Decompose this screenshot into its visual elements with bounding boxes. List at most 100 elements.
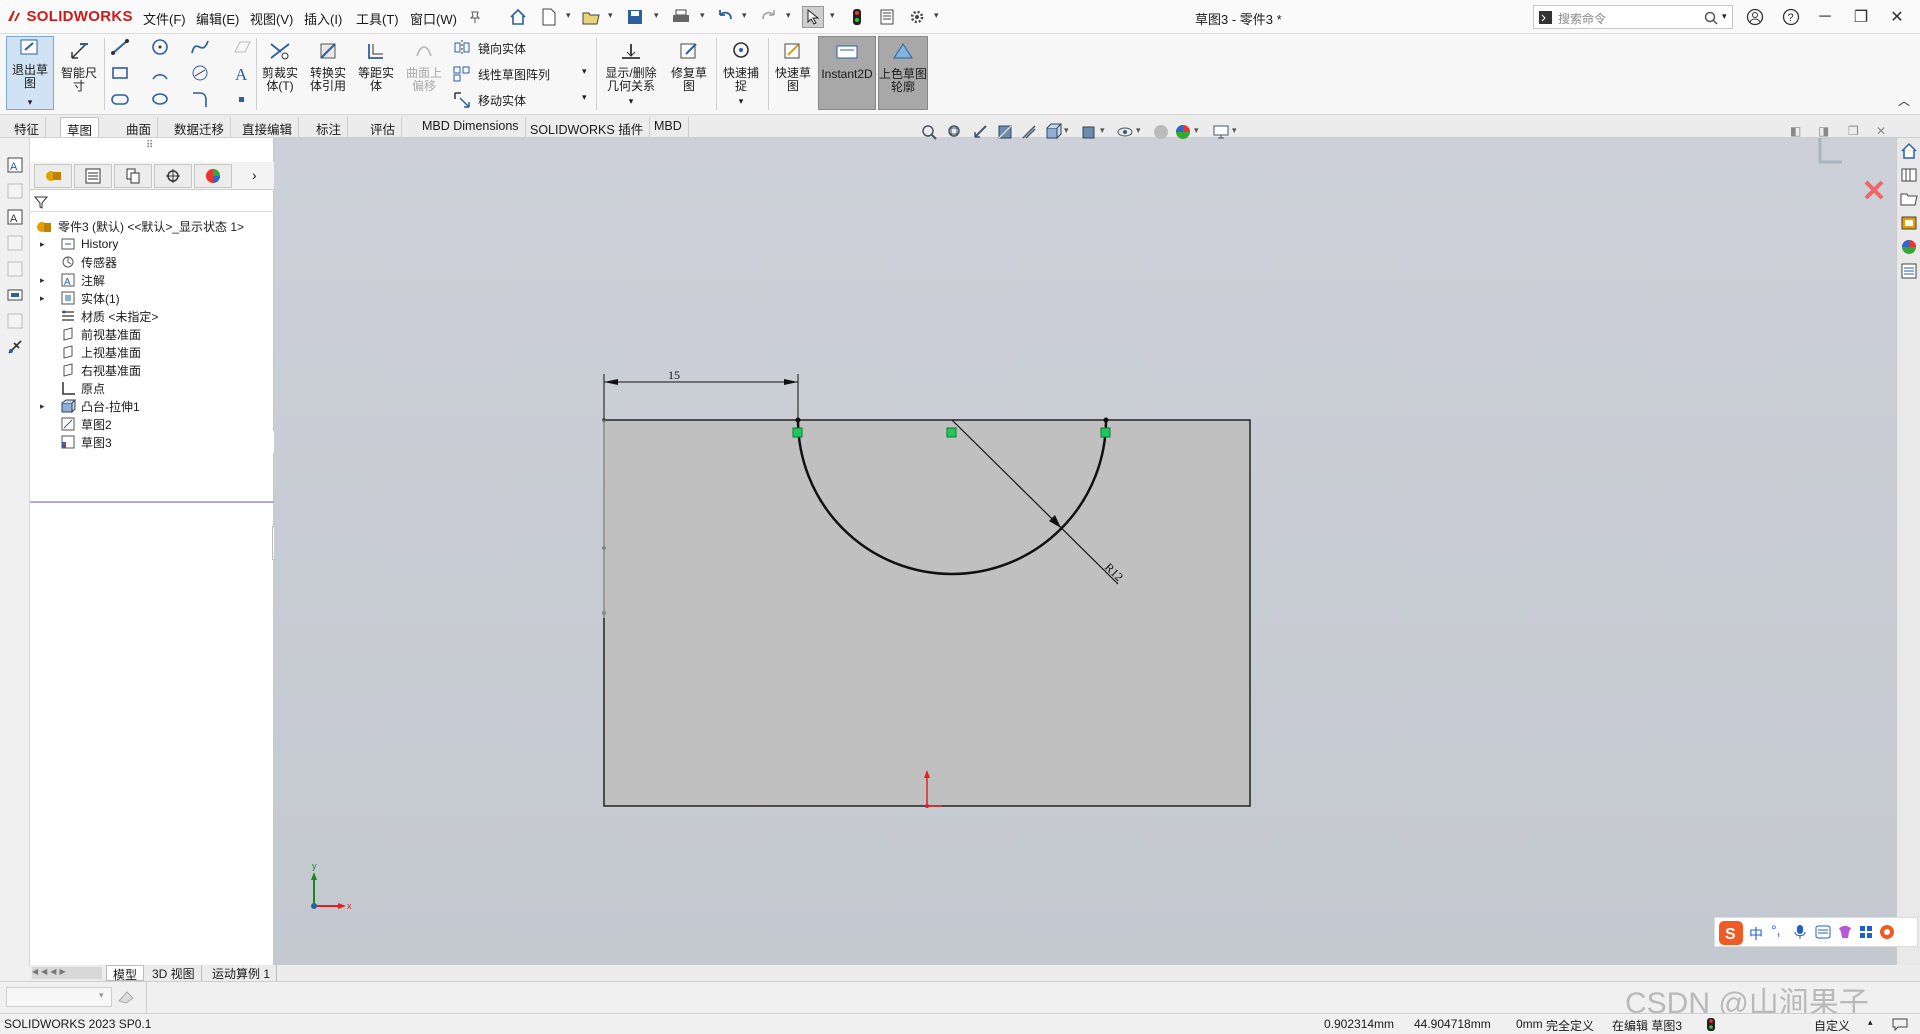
featuremanager-tree-tab[interactable]: [34, 164, 72, 188]
line-tool-icon[interactable]: [110, 38, 130, 56]
appearances-icon[interactable]: [1900, 238, 1918, 256]
microphone-icon[interactable]: [1793, 924, 1807, 940]
repair-sketch-button[interactable]: 修复草图: [666, 40, 712, 93]
panel-grip[interactable]: ⠿: [146, 140, 153, 151]
custom-properties-icon[interactable]: [1900, 262, 1918, 280]
rapid-sketch-button[interactable]: 快速草图: [770, 40, 816, 93]
arc-tool-icon[interactable]: [150, 64, 170, 82]
toolbox-grid-icon[interactable]: [1859, 925, 1873, 939]
viewport-restore-icon[interactable]: ❐: [1848, 124, 1859, 138]
linear-pattern-label[interactable]: 线性草图阵列: [478, 66, 550, 83]
arc-endpoint[interactable]: [1103, 417, 1109, 423]
chevron-down-icon[interactable]: ▾: [718, 95, 764, 108]
units-selector[interactable]: 自定义: [1814, 1017, 1850, 1034]
keyboard-icon[interactable]: [1815, 925, 1831, 939]
chevron-down-icon[interactable]: ▾: [934, 10, 939, 21]
collapse-ribbon-chevron-icon[interactable]: ︿: [1898, 92, 1910, 109]
tab-markup[interactable]: 标注: [310, 117, 349, 137]
tab-direct-editing[interactable]: 直接编辑: [236, 117, 300, 137]
help-icon[interactable]: ?: [1778, 4, 1804, 30]
chevron-down-icon[interactable]: ▾: [742, 10, 747, 21]
design-library-icon[interactable]: [1900, 166, 1918, 184]
move-entities-label[interactable]: 移动实体: [478, 92, 526, 109]
sogou-logo-icon[interactable]: S: [1719, 921, 1743, 945]
tab-sketch[interactable]: 草图: [60, 117, 100, 138]
propertymanager-tab[interactable]: [74, 164, 112, 188]
coincident-relation-icon[interactable]: [1100, 427, 1111, 438]
previous-view-icon[interactable]: [972, 123, 990, 141]
extruded-face[interactable]: [603, 419, 1251, 807]
expand-arrow-icon[interactable]: ▸: [40, 275, 45, 286]
rectangle-tool-icon[interactable]: [110, 64, 130, 82]
chevron-down-icon[interactable]: ▾: [7, 96, 53, 109]
zoom-to-area-icon[interactable]: [946, 123, 964, 141]
tab-mbd-dimensions[interactable]: MBD Dimensions: [416, 117, 526, 137]
point-tool-icon[interactable]: [232, 90, 252, 108]
menu-window[interactable]: 窗口(W): [410, 9, 457, 28]
chevron-down-icon[interactable]: ▾: [582, 92, 587, 103]
convert-entities-button[interactable]: 转换实体引用: [306, 40, 350, 93]
polygon-tool-icon[interactable]: [190, 64, 210, 82]
user-account-icon[interactable]: [1742, 4, 1768, 30]
file-properties-icon[interactable]: [876, 6, 898, 28]
menu-file[interactable]: 文件(F): [143, 9, 186, 28]
weld-symbol-icon[interactable]: [6, 338, 24, 356]
rebuild-traffic-light-icon[interactable]: [846, 6, 868, 28]
chevron-up-icon[interactable]: ▴: [1868, 1017, 1873, 1028]
file-explorer-icon[interactable]: [1900, 190, 1918, 208]
command-history-icon[interactable]: [118, 990, 134, 1004]
chevron-down-icon[interactable]: ▾: [608, 10, 613, 21]
chevron-down-icon[interactable]: ▾: [566, 10, 571, 21]
menu-tools[interactable]: 工具(T): [356, 9, 399, 28]
view-settings-monitor-icon[interactable]: [1212, 123, 1230, 141]
edit-appearance-icon[interactable]: [1152, 123, 1170, 141]
print-icon[interactable]: [670, 6, 692, 28]
open-folder-icon[interactable]: [580, 6, 602, 28]
section-view-icon[interactable]: [996, 123, 1014, 141]
tile-right-icon[interactable]: ◨: [1818, 124, 1829, 138]
chevron-down-icon[interactable]: ▾: [1064, 125, 1069, 136]
menu-edit[interactable]: 编辑(E): [196, 9, 239, 28]
balloon-icon[interactable]: [6, 234, 24, 252]
menu-insert[interactable]: 插入(I): [304, 9, 342, 28]
tab-scroll-arrows[interactable]: ◀◀◀▶: [32, 967, 102, 979]
tab-evaluate[interactable]: 评估: [364, 117, 403, 137]
tab-mbd[interactable]: MBD: [648, 117, 689, 137]
view-orientation-icon[interactable]: [1044, 123, 1062, 141]
chevron-down-icon[interactable]: ▾: [830, 10, 835, 21]
chevron-down-icon[interactable]: ▾: [786, 10, 791, 21]
mirror-entities-label[interactable]: 镜向实体: [478, 40, 526, 57]
chevron-down-icon[interactable]: ▾: [1100, 125, 1105, 136]
chevron-down-icon[interactable]: ▾: [99, 990, 104, 1001]
dimension-value-15[interactable]: 15: [668, 368, 680, 382]
tab-data-migration[interactable]: 数据迁移: [168, 117, 232, 137]
comment-icon[interactable]: [1892, 1017, 1908, 1031]
minimize-icon[interactable]: ─: [1812, 4, 1838, 30]
restore-icon[interactable]: ❐: [1848, 4, 1874, 30]
search-command-field[interactable]: 搜索命令 ▾: [1533, 5, 1733, 29]
confirmation-corner[interactable]: [1818, 138, 1884, 200]
fillet-tool-icon[interactable]: [190, 90, 210, 108]
coincident-relation-icon[interactable]: [946, 427, 957, 438]
chevron-right-icon[interactable]: ›: [252, 167, 257, 183]
new-document-icon[interactable]: [538, 6, 560, 28]
circle-tool-icon[interactable]: [150, 38, 170, 56]
menu-view[interactable]: 视图(V): [250, 9, 293, 28]
ime-chinese-mode[interactable]: 中: [1749, 924, 1763, 944]
tree-filter-bar[interactable]: [30, 192, 274, 212]
ime-avatar-icon[interactable]: [1879, 924, 1895, 940]
zoom-to-fit-icon[interactable]: [920, 123, 938, 141]
viewport-close-icon[interactable]: ✕: [1876, 124, 1886, 138]
graphics-area[interactable]: 15 R12 x y: [274, 138, 1920, 966]
home-icon[interactable]: [507, 6, 529, 28]
geometric-tolerance-icon[interactable]: [6, 312, 24, 330]
linear-pattern-icon[interactable]: [452, 64, 472, 82]
undo-icon[interactable]: [714, 6, 736, 28]
tab-solidworks-addins[interactable]: SOLIDWORKS 插件: [524, 117, 651, 137]
pin-icon[interactable]: [464, 6, 486, 28]
chevron-down-icon[interactable]: ▾: [1232, 125, 1237, 136]
rebuild-status-icon[interactable]: [1706, 1017, 1716, 1032]
mirror-entities-icon[interactable]: [452, 38, 472, 56]
instant2d-button[interactable]: Instant2D: [818, 36, 876, 110]
configurationmanager-tab[interactable]: [114, 164, 152, 188]
